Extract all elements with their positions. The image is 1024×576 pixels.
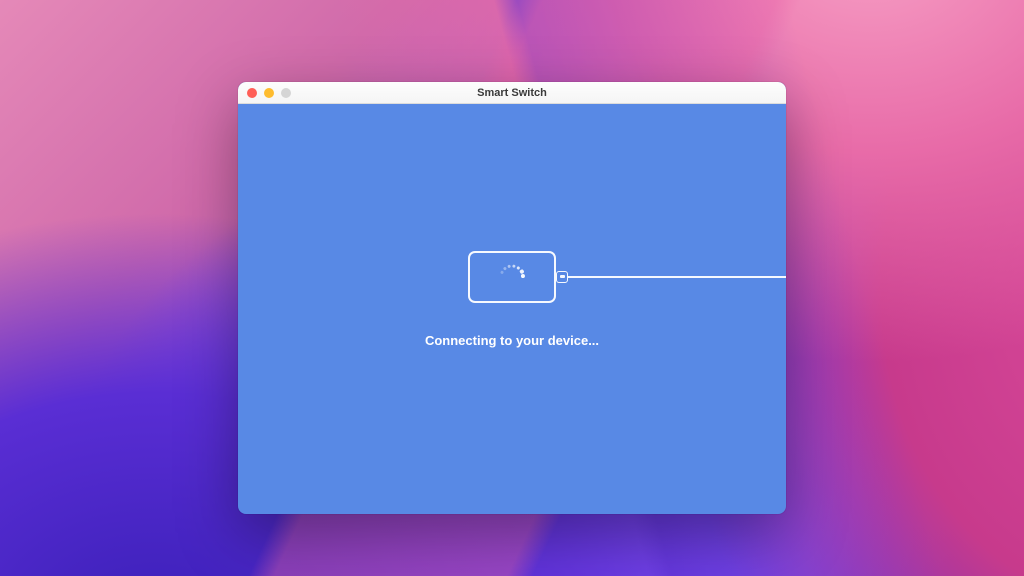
close-button[interactable] — [247, 88, 257, 98]
loading-spinner-icon — [498, 263, 526, 291]
status-message: Connecting to your device... — [425, 333, 599, 348]
minimize-button[interactable] — [264, 88, 274, 98]
phone-icon — [468, 251, 556, 303]
content-area: Connecting to your device... — [238, 104, 786, 514]
maximize-button[interactable] — [281, 88, 291, 98]
titlebar[interactable]: Smart Switch — [238, 82, 786, 104]
window-controls — [238, 88, 291, 98]
device-graphic — [468, 251, 556, 303]
window-title: Smart Switch — [238, 87, 786, 99]
usb-connector-icon — [556, 271, 568, 283]
cable-icon — [568, 276, 786, 278]
app-window: Smart Switch Connecting to your device — [238, 82, 786, 514]
